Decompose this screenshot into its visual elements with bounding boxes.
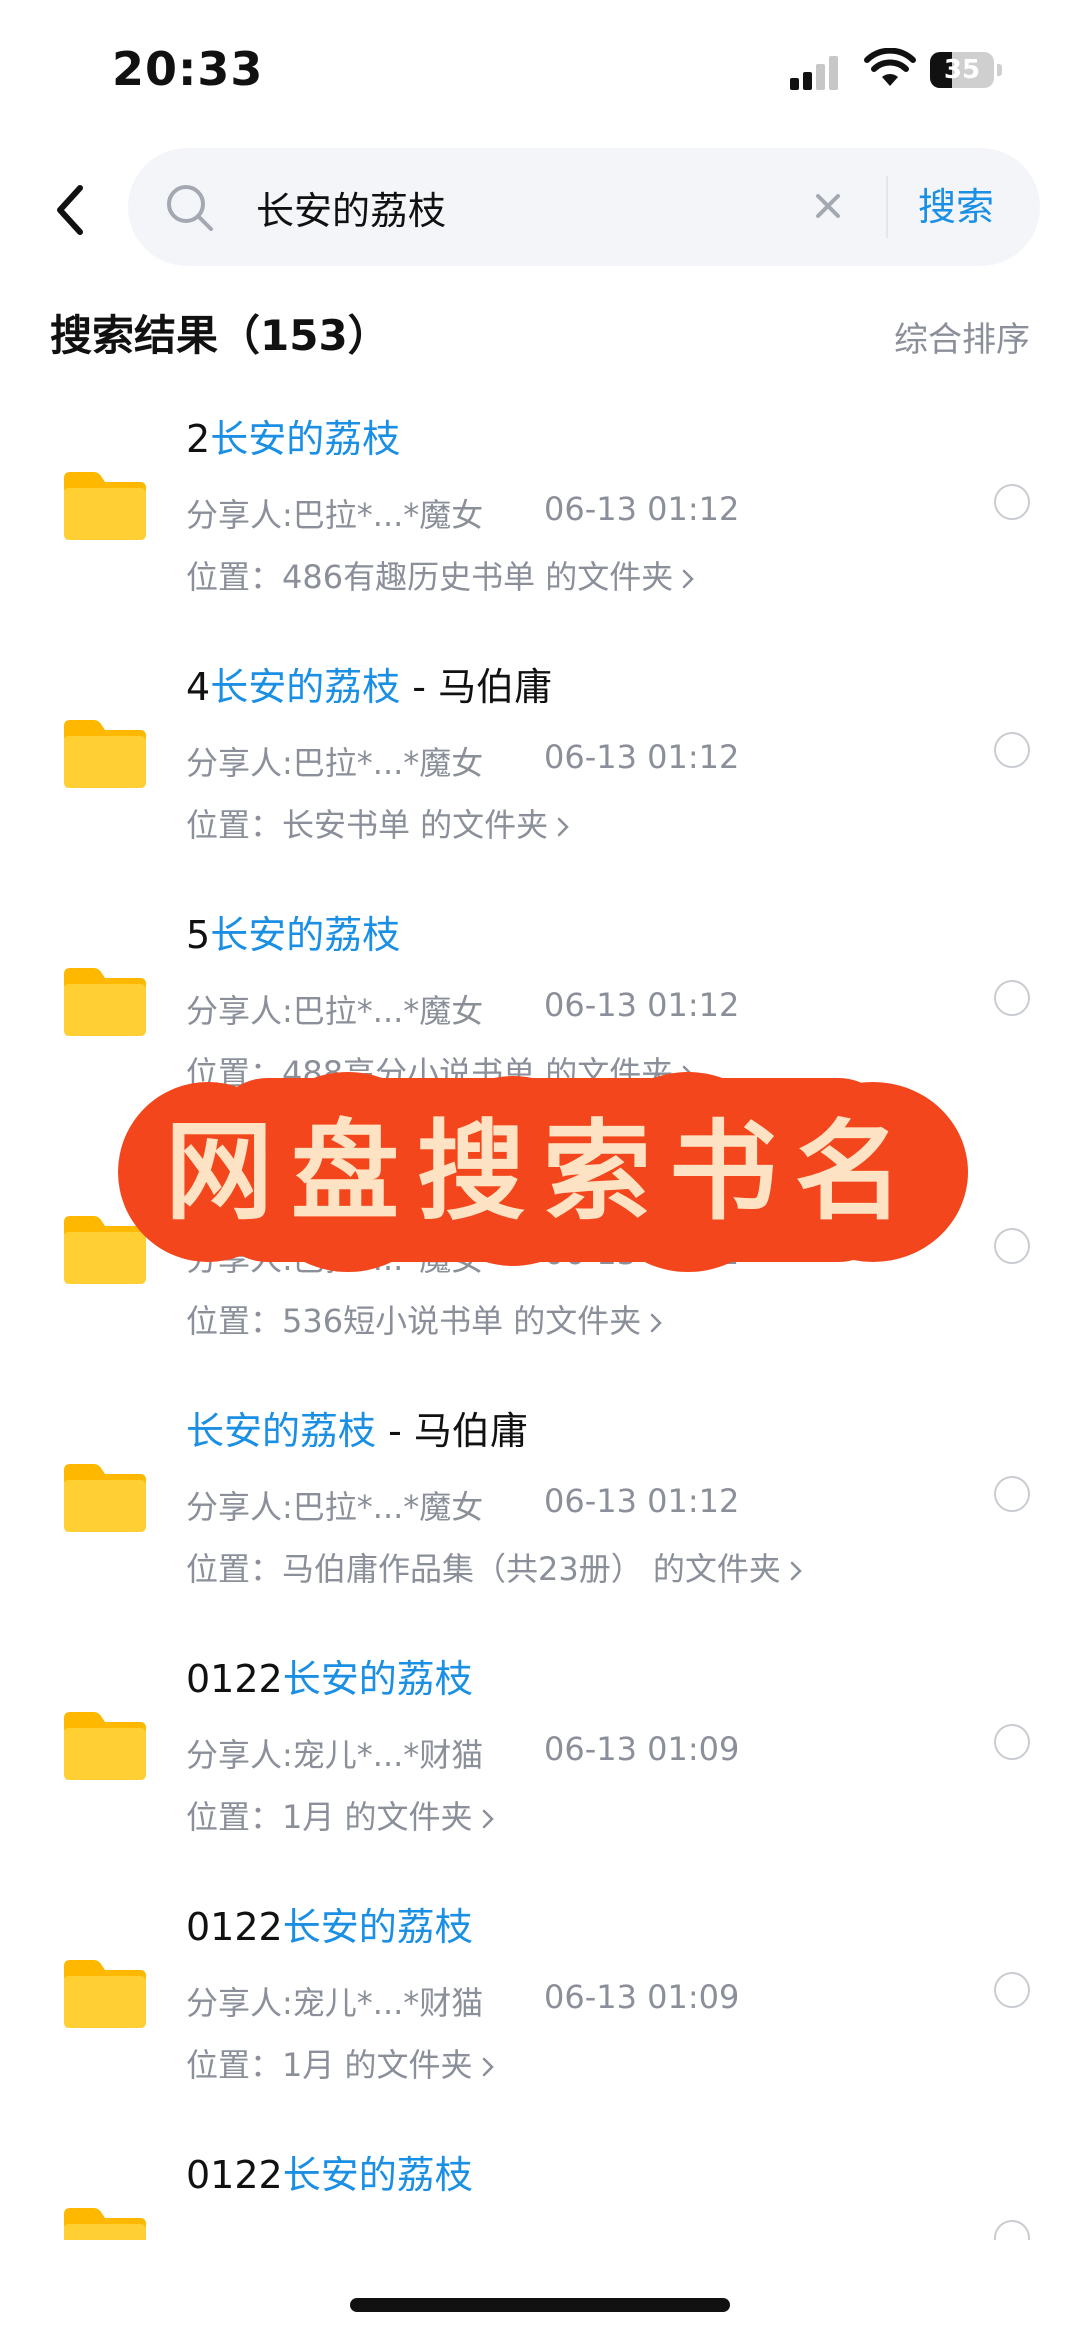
folder-icon xyxy=(60,1956,150,2032)
result-title-prefix: 5 xyxy=(186,913,211,957)
chevron-right-icon xyxy=(557,817,569,837)
result-title-highlight: 长安的荔枝 xyxy=(210,913,401,957)
result-location: 位置：1月 的文件夹 xyxy=(186,2046,473,2084)
result-title-prefix: 0122 xyxy=(186,1657,283,1701)
folder-icon xyxy=(60,1460,150,1536)
folder-icon xyxy=(60,468,150,544)
folder-icon xyxy=(60,716,150,792)
result-location: 位置：1月 的文件夹 xyxy=(186,1798,473,1836)
battery-level: 35 xyxy=(943,55,981,85)
result-sharer: 分享人:巴拉*...*魔女 xyxy=(186,1488,484,1526)
result-item[interactable]: 长安的荔枝 - 马伯庸分享人:巴拉*...*魔女 06-13 01:12 位置：马伯… xyxy=(0,1372,1080,1620)
result-title-suffix: - 马伯庸 xyxy=(400,665,553,709)
result-title-highlight: 长安的荔枝 xyxy=(282,1657,473,1701)
result-location-link[interactable]: 位置：486有趣历史书单 的文件夹 xyxy=(186,552,695,598)
chevron-right-icon xyxy=(790,1561,802,1581)
result-title-highlight: 长安的荔枝 xyxy=(210,417,401,461)
result-item[interactable]: 0122长安的荔枝分享人:宠儿*...*财猫 06-13 01:09 位置：1月 的… xyxy=(0,1620,1080,1868)
result-location-link[interactable]: 位置：长安书单 的文件夹 xyxy=(186,800,570,846)
select-radio[interactable] xyxy=(994,980,1030,1016)
select-radio[interactable] xyxy=(994,1228,1030,1264)
wifi-icon xyxy=(864,48,916,86)
result-meta: 分享人:宠儿*...*财猫 06-13 01:09 xyxy=(186,1978,739,2024)
chevron-right-icon xyxy=(482,2057,494,2077)
result-meta: 分享人:巴拉*...*魔女 06-13 01:12 xyxy=(186,738,739,784)
result-title: 2长安的荔枝 xyxy=(186,408,400,463)
result-title-prefix: 4 xyxy=(186,665,211,709)
select-radio[interactable] xyxy=(994,732,1030,768)
result-title-highlight: 长安的荔枝 xyxy=(186,1409,377,1453)
result-time: 06-13 01:12 xyxy=(544,1482,740,1520)
result-title-highlight: 长安的荔枝 xyxy=(282,2153,473,2197)
result-title: 0122长安的荔枝 xyxy=(186,2144,473,2199)
result-title-suffix: - 马伯庸 xyxy=(376,1409,528,1453)
result-item[interactable]: 0122长安的荔枝分享人:宠儿*...*财猫 06-13 01:09 位置：1月 的… xyxy=(0,1868,1080,2116)
result-meta: 分享人:宠儿*...*财猫 06-13 01:09 xyxy=(186,1730,739,1776)
folder-icon xyxy=(60,964,150,1040)
result-sharer: 分享人:宠儿*...*财猫 xyxy=(186,1984,484,2022)
result-title: 5长安的荔枝 xyxy=(186,904,400,959)
result-meta: 分享人:巴拉*...*魔女 06-13 01:12 xyxy=(186,490,739,536)
result-location-link[interactable]: 位置：马伯庸作品集（共23册） 的文件夹 xyxy=(186,1544,803,1590)
result-sharer: 分享人:巴拉*...*魔女 xyxy=(186,992,484,1030)
select-radio[interactable] xyxy=(994,1972,1030,2008)
result-title: 长安的荔枝 - 马伯庸 xyxy=(186,1400,528,1455)
search-button[interactable]: 搜索 xyxy=(918,178,994,236)
result-location-link[interactable]: 位置：1月 的文件夹 xyxy=(186,1792,495,1838)
select-radio[interactable] xyxy=(994,484,1030,520)
result-sharer: 分享人:宠儿*...*财猫 xyxy=(186,1736,484,1774)
chevron-right-icon xyxy=(482,1809,494,1829)
chevron-right-icon xyxy=(683,569,695,589)
search-bar: 搜索 xyxy=(128,148,1040,266)
results-list: 2长安的荔枝 分享人:巴拉*...*魔女 06-13 01:12 位置：486有趣历史… xyxy=(0,380,1080,2240)
results-count-title: 搜索结果（153） xyxy=(50,311,390,360)
folder-icon xyxy=(60,2204,150,2240)
result-item[interactable]: 0122长安的荔枝 xyxy=(0,2116,1080,2240)
status-time: 20:33 xyxy=(112,42,264,96)
result-time: 06-13 01:09 xyxy=(544,1978,740,2016)
result-title-prefix: 2 xyxy=(186,417,211,461)
result-title: 0122长安的荔枝 xyxy=(186,1648,473,1703)
result-meta: 分享人:巴拉*...*魔女 06-13 01:12 xyxy=(186,986,739,1032)
result-title-prefix: 0122 xyxy=(186,1905,283,1949)
overlay-banner-text: 网盘搜索书名 xyxy=(164,1109,921,1235)
result-title-highlight: 长安的荔枝 xyxy=(210,665,401,709)
select-radio[interactable] xyxy=(994,1724,1030,1760)
select-radio[interactable] xyxy=(994,1476,1030,1512)
search-input[interactable] xyxy=(256,178,896,236)
result-sharer: 分享人:巴拉*...*魔女 xyxy=(186,744,484,782)
result-location-link[interactable]: 位置：1月 的文件夹 xyxy=(186,2040,495,2086)
home-indicator[interactable] xyxy=(350,2298,730,2312)
result-item[interactable]: 2长安的荔枝分享人:巴拉*...*魔女 06-13 01:12 位置：486有趣历史… xyxy=(0,380,1080,628)
folder-icon xyxy=(60,1708,150,1784)
result-time: 06-13 01:12 xyxy=(544,738,740,776)
result-time: 06-13 01:12 xyxy=(544,986,740,1024)
result-location: 位置：马伯庸作品集（共23册） 的文件夹 xyxy=(186,1550,781,1588)
result-time: 06-13 01:09 xyxy=(544,1730,740,1768)
result-title: 0122长安的荔枝 xyxy=(186,1896,473,1951)
result-title: 4长安的荔枝 - 马伯庸 xyxy=(186,656,552,711)
overlay-banner: 网盘搜索书名 xyxy=(118,1072,968,1272)
back-arrow-icon[interactable] xyxy=(48,180,98,240)
result-title-highlight: 长安的荔枝 xyxy=(282,1905,473,1949)
result-location: 位置：486有趣历史书单 的文件夹 xyxy=(186,558,674,596)
clear-icon[interactable] xyxy=(808,186,848,226)
result-location-link[interactable]: 位置：536短小说书单 的文件夹 xyxy=(186,1296,663,1342)
sort-button[interactable]: 综合排序 xyxy=(894,312,1030,361)
cellular-signal-icon xyxy=(790,54,842,90)
status-bar: 20:33 35 xyxy=(0,0,1080,140)
result-meta: 分享人:巴拉*...*魔女 06-13 01:12 xyxy=(186,1482,739,1528)
battery-icon: 35 xyxy=(930,52,1004,90)
result-item[interactable]: 4长安的荔枝 - 马伯庸分享人:巴拉*...*魔女 06-13 01:12 位置：长… xyxy=(0,628,1080,876)
result-location: 位置：长安书单 的文件夹 xyxy=(186,806,549,844)
result-title-prefix: 0122 xyxy=(186,2153,283,2197)
result-time: 06-13 01:12 xyxy=(544,490,740,528)
search-divider xyxy=(886,176,888,238)
select-radio[interactable] xyxy=(994,2220,1030,2240)
result-sharer: 分享人:巴拉*...*魔女 xyxy=(186,496,484,534)
result-location: 位置：536短小说书单 的文件夹 xyxy=(186,1302,642,1340)
chevron-right-icon xyxy=(651,1313,663,1333)
search-icon xyxy=(167,185,213,231)
